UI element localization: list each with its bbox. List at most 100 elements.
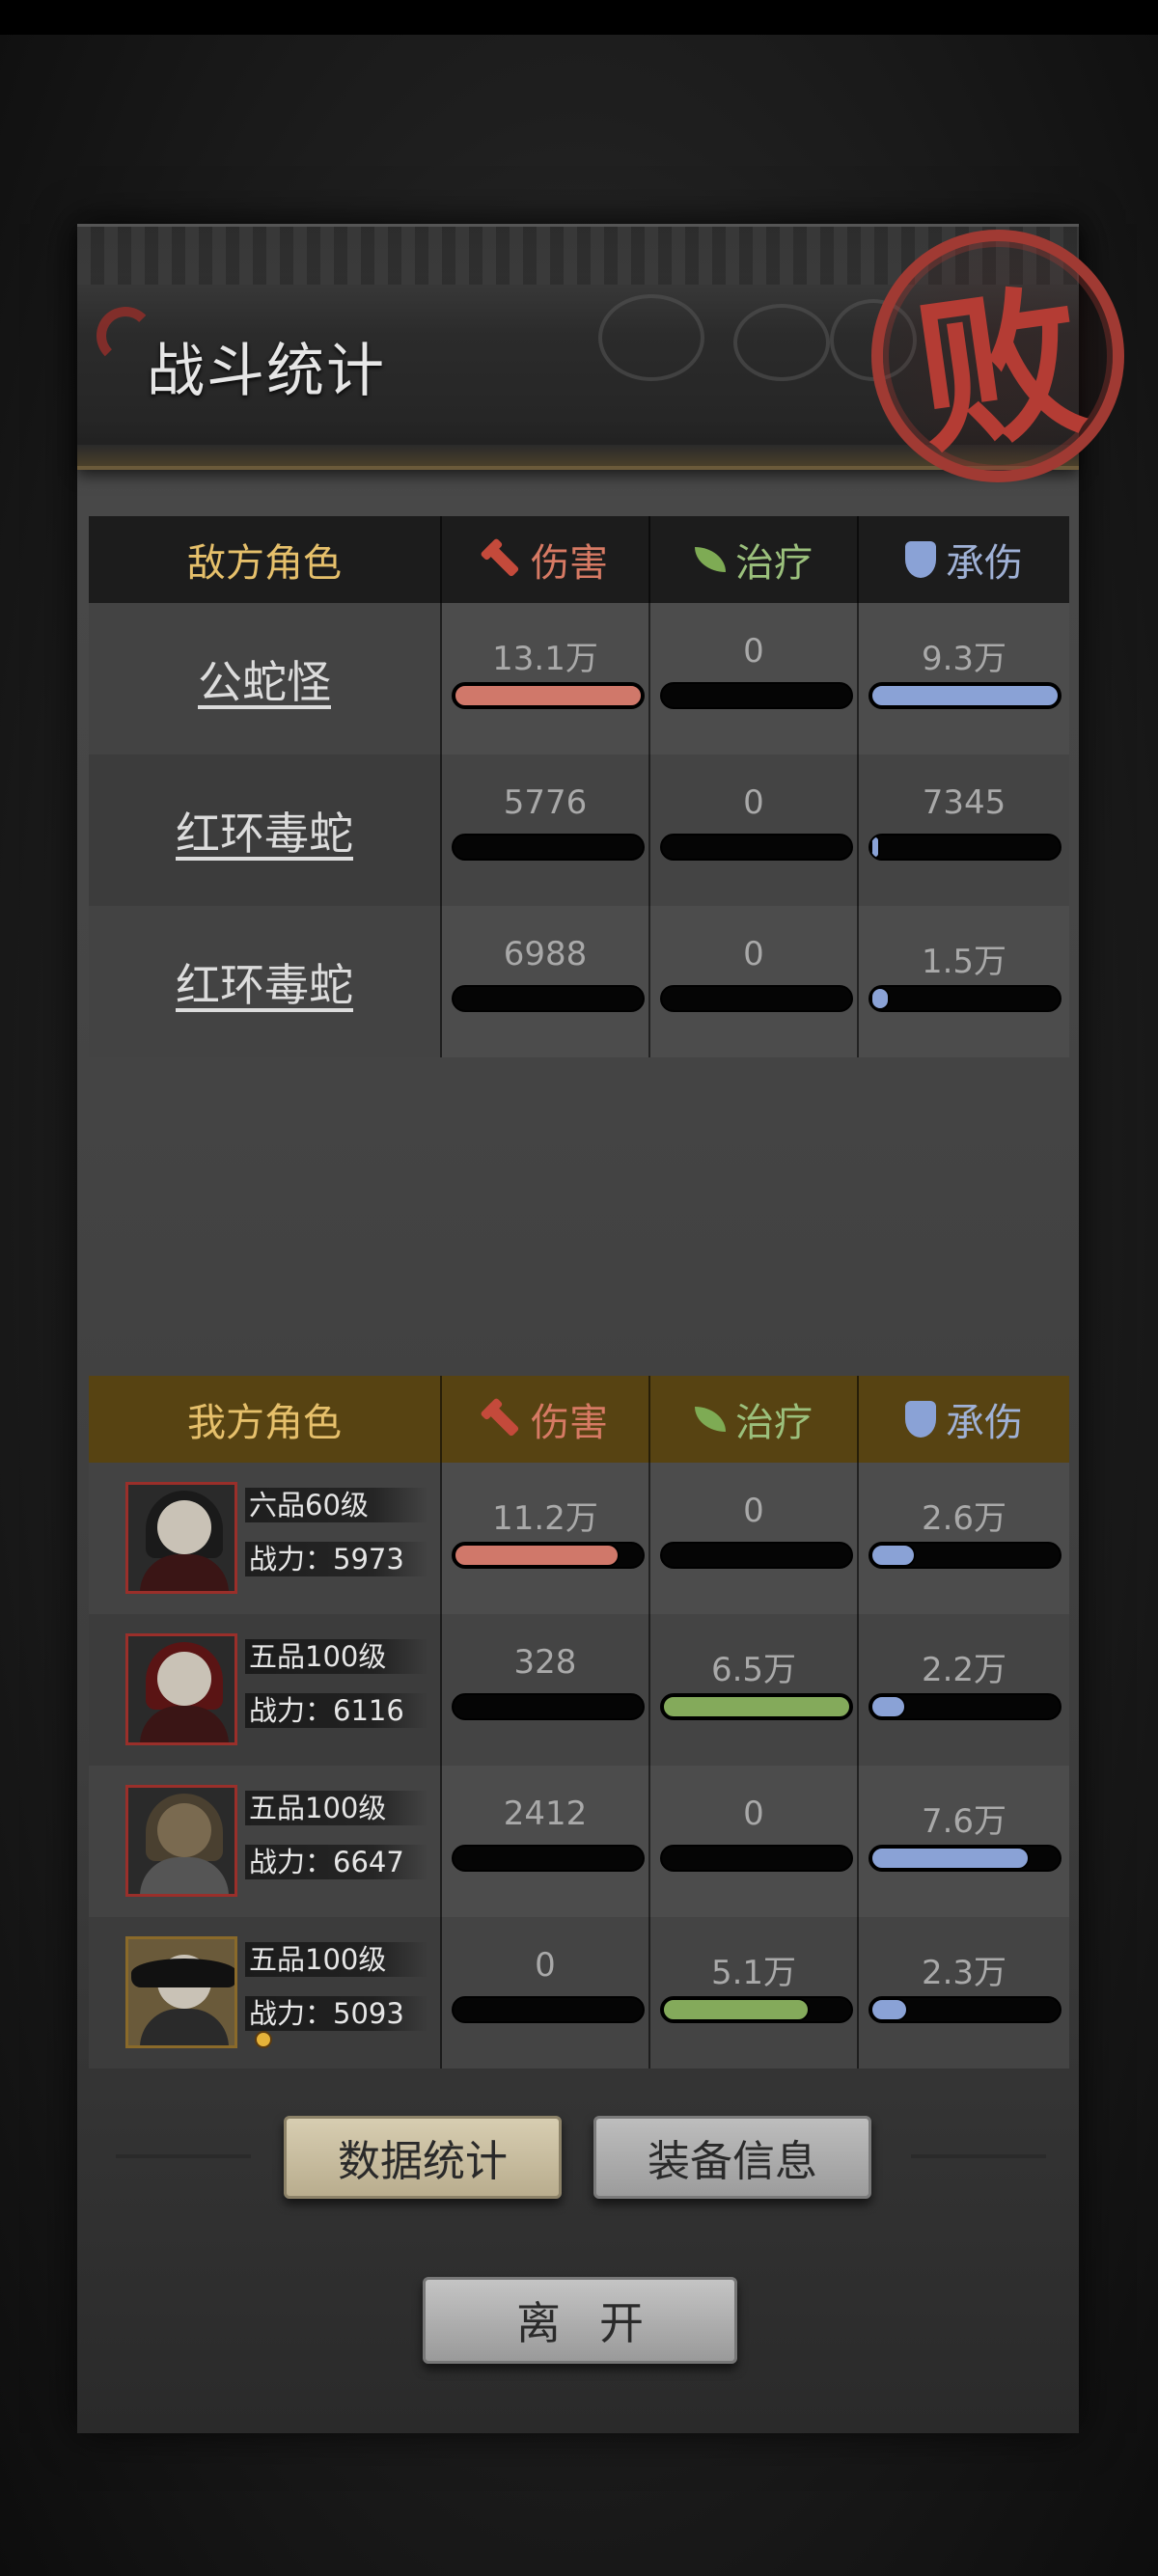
damage-cell: 11.2万	[442, 1463, 650, 1614]
damage-bar	[452, 985, 645, 1012]
title-swirl-icon	[96, 307, 154, 365]
taken-bar	[868, 1542, 1062, 1569]
table-row: 五品100级 战力：6647 2412 0 7.6万	[89, 1766, 1069, 1917]
damage-header: 伤害	[442, 1376, 650, 1463]
taken-bar	[868, 682, 1062, 709]
data-stats-button[interactable]: 数据统计	[284, 2116, 562, 2199]
shield-icon	[905, 1401, 936, 1438]
enemy-name-link[interactable]: 公蛇怪	[89, 603, 440, 754]
taken-value: 1.5万	[921, 943, 1007, 981]
enemy-name-cell: 红环毒蛇	[89, 906, 442, 1057]
heal-value: 0	[743, 935, 764, 973]
portrait-face	[157, 1652, 211, 1706]
equipment-info-button[interactable]: 装备信息	[593, 2116, 871, 2199]
heal-cell: 0	[650, 1766, 859, 1917]
portrait-body	[140, 1706, 229, 1742]
portrait-face	[157, 1803, 211, 1857]
heal-bar	[660, 834, 853, 861]
defeat-seal: 败	[871, 230, 1124, 482]
heal-cell: 0	[650, 754, 859, 906]
damage-cell: 2412	[442, 1766, 650, 1917]
taken-value: 2.2万	[921, 1651, 1007, 1689]
damage-bar	[452, 1542, 645, 1569]
taken-bar-fill	[870, 1544, 917, 1567]
taken-bar-fill	[870, 1998, 909, 2021]
sword-icon	[483, 541, 520, 578]
heal-cell: 0	[650, 906, 859, 1057]
table-row: 五品100级 战力：5093 0 5.1万 2.3万	[89, 1917, 1069, 2069]
enemy-name-link[interactable]: 红环毒蛇	[89, 906, 440, 1057]
taken-header: 承伤	[859, 516, 1069, 603]
ally-table-header: 我方角色 伤害 治疗 承伤	[89, 1376, 1069, 1463]
table-row: 红环毒蛇 5776 0 7345	[89, 754, 1069, 906]
character-portrait[interactable]	[125, 1785, 237, 1897]
leave-button[interactable]: 离开	[423, 2277, 737, 2364]
taken-value: 7.6万	[921, 1802, 1007, 1841]
taken-bar	[868, 1845, 1062, 1872]
damage-cell: 13.1万	[442, 603, 650, 754]
damage-cell: 328	[442, 1614, 650, 1766]
enemy-name-cell: 红环毒蛇	[89, 754, 442, 906]
enemy-table-header: 敌方角色 伤害 治疗 承伤	[89, 516, 1069, 603]
ally-info-cell: 五品100级 战力：5093	[89, 1917, 442, 2069]
enemy-rows: 公蛇怪 13.1万 0 9.3万 红环毒蛇 5776 0 7345 红环毒蛇 6…	[89, 603, 1069, 1057]
heal-value: 0	[743, 1795, 764, 1833]
taken-header: 承伤	[859, 1376, 1069, 1463]
ally-rows: 六品60级 战力：5973 11.2万 0 2.6万 五品100级 战力：611…	[89, 1463, 1069, 2069]
table-row: 红环毒蛇 6988 0 1.5万	[89, 906, 1069, 1057]
shield-icon	[905, 541, 936, 578]
taken-bar	[868, 1996, 1062, 2023]
heal-header: 治疗	[650, 1376, 859, 1463]
taken-cell: 1.5万	[859, 906, 1069, 1057]
character-power: 战力：5093	[245, 1996, 428, 2031]
status-bar	[0, 0, 1158, 35]
damage-header: 伤害	[442, 516, 650, 603]
taken-value: 2.3万	[921, 1954, 1007, 1992]
taken-cell: 2.2万	[859, 1614, 1069, 1766]
damage-cell: 0	[442, 1917, 650, 2069]
ally-name-header: 我方角色	[89, 1376, 442, 1463]
enemy-name-link[interactable]: 红环毒蛇	[89, 754, 440, 906]
enemy-table: 敌方角色 伤害 治疗 承伤 公蛇怪 13.1万 0 9.3万 红环毒蛇 5776…	[89, 516, 1069, 1057]
heal-header-label: 治疗	[735, 541, 813, 586]
damage-value: 6988	[503, 935, 588, 973]
taken-header-label: 承伤	[946, 1401, 1023, 1445]
damage-cell: 6988	[442, 906, 650, 1057]
enemy-name-header: 敌方角色	[89, 516, 442, 603]
sword-icon	[483, 1401, 520, 1438]
heal-cell: 0	[650, 1463, 859, 1614]
heal-value: 0	[743, 632, 764, 671]
damage-cell: 5776	[442, 754, 650, 906]
damage-bar-fill	[454, 1544, 620, 1567]
damage-bar	[452, 834, 645, 861]
seal-text: 败	[904, 262, 1095, 478]
damage-header-label: 伤害	[531, 1401, 608, 1445]
portrait-body	[140, 1554, 229, 1591]
character-portrait[interactable]	[125, 1482, 237, 1594]
heal-bar	[660, 1693, 853, 1720]
damage-bar-fill	[454, 684, 643, 707]
page-title: 战斗统计	[147, 338, 386, 405]
damage-value: 11.2万	[492, 1499, 598, 1538]
character-power: 战力：5973	[245, 1542, 428, 1576]
taken-bar-fill	[870, 1847, 1030, 1870]
character-rank: 六品60级	[245, 1488, 428, 1522]
heal-bar	[660, 682, 853, 709]
portrait-hat	[131, 1959, 234, 1987]
heal-bar	[660, 985, 853, 1012]
damage-value: 13.1万	[492, 640, 598, 678]
taken-bar	[868, 1693, 1062, 1720]
taken-cell: 2.6万	[859, 1463, 1069, 1614]
damage-header-label: 伤害	[531, 541, 608, 586]
heal-value: 6.5万	[710, 1651, 797, 1689]
heal-cell: 5.1万	[650, 1917, 859, 2069]
character-portrait[interactable]	[125, 1936, 237, 2048]
ally-info-cell: 六品60级 战力：5973	[89, 1463, 442, 1614]
damage-bar	[452, 1693, 645, 1720]
damage-value: 5776	[503, 783, 588, 822]
damage-value: 328	[513, 1643, 577, 1682]
damage-bar	[452, 1996, 645, 2023]
heal-bar	[660, 1996, 853, 2023]
character-portrait[interactable]	[125, 1633, 237, 1745]
taken-cell: 7.6万	[859, 1766, 1069, 1917]
